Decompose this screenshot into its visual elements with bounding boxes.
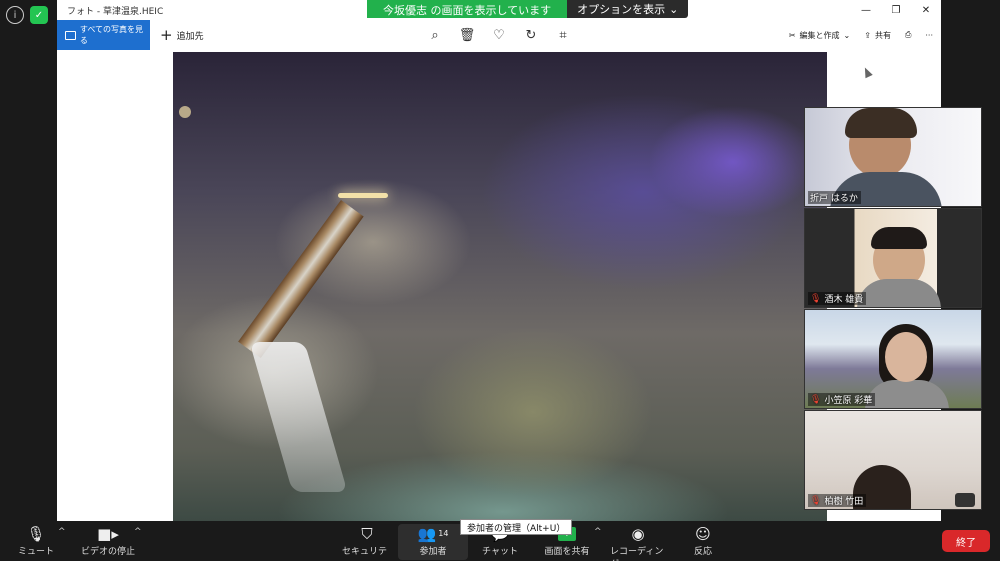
plus-icon: + (160, 25, 173, 44)
edit-create-label: 編集と作成 (799, 30, 840, 40)
view-options-label: オプションを表示 (577, 3, 666, 16)
audio-options-caret[interactable]: ^ (58, 527, 66, 537)
see-all-photos-button[interactable]: すべての写真を見る (57, 20, 150, 50)
mute-label: ミュート (18, 547, 55, 557)
image-tools: ⌕ 🗑 ♡ ↻ ⌗ (427, 20, 571, 50)
photo-lamp-light (338, 193, 388, 198)
recording-label: レコーディング (610, 547, 664, 561)
participant-tile[interactable]: 🎙 柏樹 竹田 (804, 410, 982, 510)
share-label: 共有 (874, 30, 891, 40)
recording-button[interactable]: ◉ レコーディング (610, 524, 666, 561)
chevron-down-icon: ⌄ (669, 2, 679, 16)
participants-button[interactable]: 👥 14 参加者 (398, 524, 468, 560)
participant-shirt (865, 380, 949, 408)
mute-button[interactable]: 🎙 ミュート (18, 524, 54, 560)
print-icon[interactable]: ⎙ (905, 30, 911, 40)
participant-tile[interactable]: 折戸 はるか (804, 107, 982, 207)
chevron-down-icon: ⌄ (843, 30, 851, 40)
participant-video-strip: 折戸 はるか 🎙 酒木 雄貴 🎙 小笠原 彩華 🎙 柏樹 竹田 (804, 107, 982, 510)
participant-name-tag: 🎙 小笠原 彩華 (808, 393, 876, 406)
meeting-info-icon[interactable]: i (6, 6, 24, 24)
participant-shirt (857, 279, 941, 307)
mic-muted-icon: 🎙 (810, 293, 822, 304)
see-all-photos-label: すべての写真を見る (79, 25, 143, 45)
add-to-label: 追加先 (176, 31, 204, 42)
emoji-reaction-icon: ☺ (695, 525, 711, 543)
photo-wooden-chute (238, 200, 364, 359)
reactions-button[interactable]: ☺ 反応 (688, 524, 718, 560)
toolbar-right: ✂ 編集と作成 ⌄ ⇪ 共有 ⎙ ··· (789, 20, 933, 50)
favorite-heart-icon[interactable]: ♡ (491, 27, 507, 43)
security-label: セキュリティ (342, 547, 388, 561)
view-options-button[interactable]: オプションを表示 ⌄ (567, 0, 689, 18)
security-button[interactable]: ⛉ セキュリティ (342, 524, 392, 561)
hot-spring-photo (173, 52, 827, 521)
participant-name: 酒木 雄貴 (824, 295, 864, 305)
photo-moon-light (179, 106, 191, 118)
window-controls: — ❐ ✕ (851, 0, 941, 20)
edit-icon: ✂ (788, 30, 796, 40)
zoom-meeting-window: i ✓ フォト - 草津温泉.HEIC — ❐ ✕ すべての写真を見る + 追加… (0, 0, 1000, 561)
video-camera-icon: ■▸ (97, 525, 119, 543)
participant-name: 柏樹 竹田 (824, 497, 864, 507)
participant-face-front (885, 332, 927, 382)
end-meeting-button[interactable]: 終了 (942, 530, 990, 552)
more-options-icon[interactable]: ··· (925, 31, 933, 40)
window-title: フォト - 草津温泉.HEIC (67, 6, 164, 17)
mic-muted-icon: 🎙 (810, 394, 822, 405)
microphone-icon: 🎙 (26, 525, 46, 543)
participants-icon: 👥 14 (417, 525, 449, 543)
share-icon: ⇪ (864, 30, 871, 40)
record-icon: ◉ (631, 525, 645, 543)
close-button[interactable]: ✕ (911, 0, 941, 20)
participant-name-tag: 折戸 はるか (808, 191, 861, 204)
participants-tooltip: 参加者の管理（Alt+U） (460, 519, 573, 535)
participant-name: 小笠原 彩華 (824, 396, 873, 406)
crop-icon[interactable]: ⌗ (555, 27, 571, 43)
photo-waterfall (249, 342, 348, 492)
delete-icon[interactable]: 🗑 (459, 27, 476, 43)
chat-label: チャット (482, 547, 518, 557)
minimize-button[interactable]: — (851, 0, 881, 20)
zoom-top-icons: i ✓ (6, 6, 48, 24)
video-options-caret[interactable]: ^ (134, 527, 142, 537)
participant-hair (871, 227, 927, 249)
participant-name-tag: 🎙 酒木 雄貴 (808, 292, 867, 305)
participant-name-tag: 🎙 柏樹 竹田 (808, 494, 867, 507)
share-screen-label: 画面を共有 (544, 547, 590, 557)
add-to-button[interactable]: + 追加先 (160, 25, 204, 44)
stop-video-label: ビデオの停止 (80, 547, 135, 557)
background-object (955, 493, 975, 507)
participant-name: 折戸 はるか (810, 194, 858, 204)
mic-muted-icon: 🎙 (810, 495, 822, 506)
maximize-button[interactable]: ❐ (881, 0, 911, 20)
edit-create-button[interactable]: ✂ 編集と作成 ⌄ (789, 30, 850, 41)
photos-toolbar: すべての写真を見る + 追加先 ⌕ 🗑 ♡ ↻ ⌗ ✂ 編集と作成 ⌄ ⇪ 共有… (57, 20, 941, 50)
participant-count: 14 (438, 529, 449, 538)
zoom-icon[interactable]: ⌕ (427, 27, 443, 43)
share-button[interactable]: ⇪ 共有 (864, 30, 891, 41)
share-status: 今坂優志 の画面を表示しています (367, 0, 568, 18)
encryption-shield-icon[interactable]: ✓ (30, 6, 48, 24)
participant-hair (845, 108, 917, 138)
photos-icon (65, 30, 76, 40)
screen-share-banner: 今坂優志 の画面を表示しています オプションを表示 ⌄ (367, 0, 689, 18)
participant-tile[interactable]: 🎙 酒木 雄貴 (804, 208, 982, 308)
rotate-icon[interactable]: ↻ (523, 27, 539, 43)
participant-tile[interactable]: 🎙 小笠原 彩華 (804, 309, 982, 409)
share-options-caret[interactable]: ^ (594, 527, 602, 537)
reactions-label: 反応 (693, 547, 712, 557)
security-shield-icon: ⛉ (361, 525, 373, 543)
participants-label: 参加者 (419, 547, 447, 557)
stop-video-button[interactable]: ■▸ ビデオの停止 (78, 524, 138, 560)
